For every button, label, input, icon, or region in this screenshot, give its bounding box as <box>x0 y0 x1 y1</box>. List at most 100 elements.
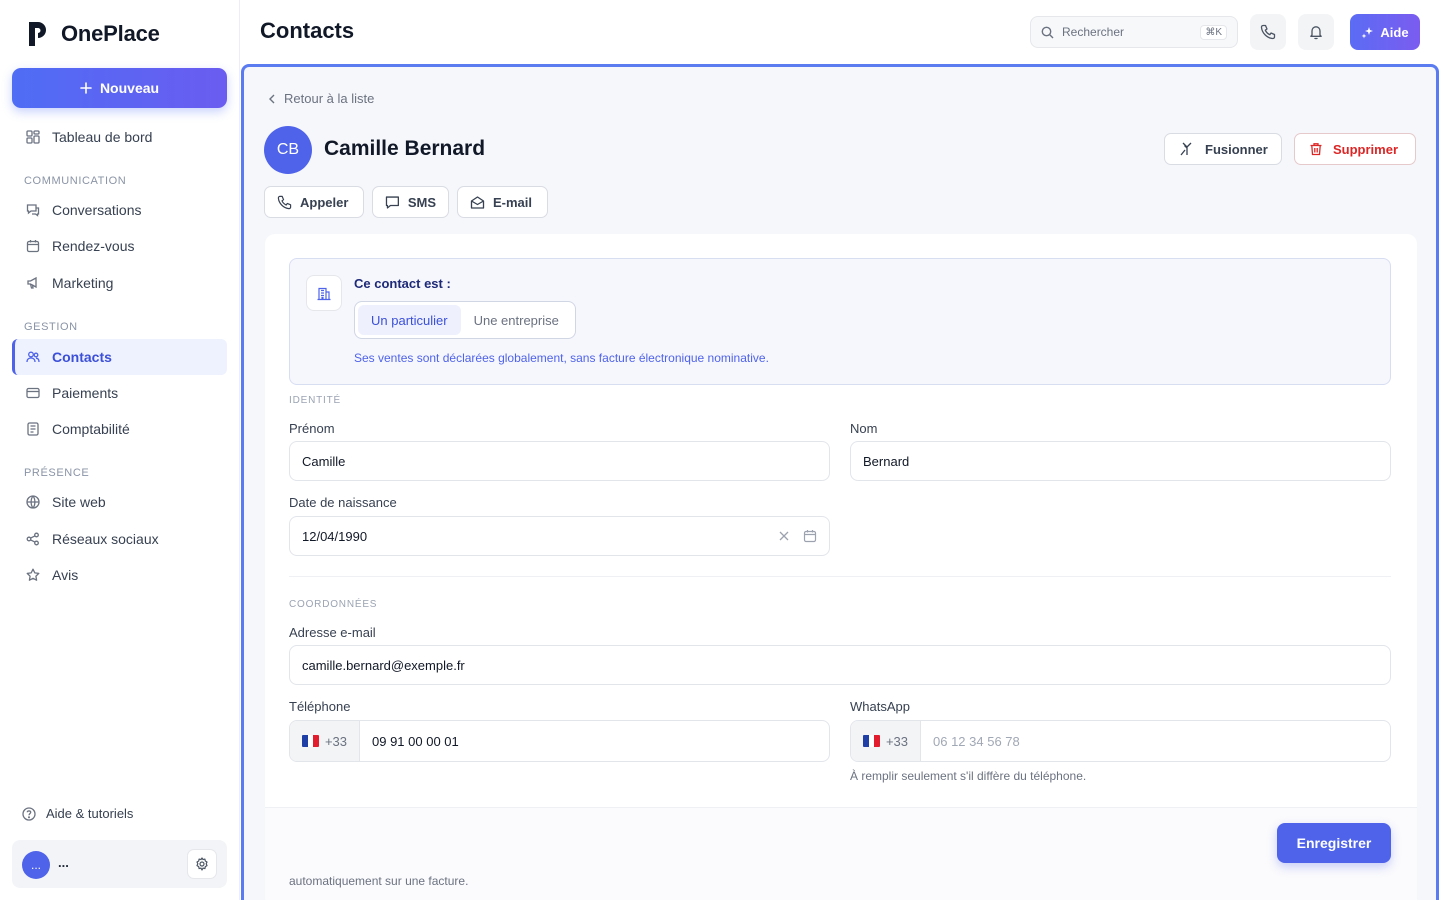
sms-button[interactable]: SMS <box>372 186 449 218</box>
sidebar-item-label: Marketing <box>52 275 114 291</box>
email-button-label: E-mail <box>493 194 533 210</box>
user-name: ... <box>58 855 69 870</box>
sidebar-item-contacts[interactable]: Contacts <box>12 339 227 375</box>
sidebar-item-label: Paiements <box>52 385 119 401</box>
sidebar: OnePlace Nouveau Tableau de bord COMMUNI… <box>0 0 240 900</box>
sidebar-item-label: Site web <box>52 494 106 510</box>
contact-type-toggle[interactable]: Un particulier Une entreprise <box>354 301 576 339</box>
phone-icon <box>277 195 292 209</box>
sidebar-item-conversations[interactable]: Conversations <box>12 192 227 228</box>
contact-form-card: Ce contact est : Un particulier Une entr… <box>265 234 1417 900</box>
building-icon <box>306 275 342 311</box>
app-logo[interactable]: OnePlace <box>27 20 160 48</box>
whatsapp-hint: À remplir seulement s'il diffère du télé… <box>850 769 1087 783</box>
sidebar-item-dashboard[interactable]: Tableau de bord <box>12 119 227 155</box>
section-divider <box>289 576 1391 577</box>
first-name-input[interactable] <box>302 453 817 469</box>
birth-date-field[interactable] <box>289 516 830 556</box>
gear-icon <box>196 857 208 871</box>
last-name-field[interactable] <box>850 441 1391 481</box>
sidebar-item-label: Contacts <box>52 349 112 365</box>
whatsapp-field[interactable]: +33 <box>850 720 1391 762</box>
top-header: Contacts ⌘K Aide <box>240 0 1440 62</box>
share-icon <box>26 532 39 546</box>
coordinates-section-title: COORDONNÉES <box>289 599 378 610</box>
option-company[interactable]: Une entreprise <box>461 305 572 335</box>
france-flag-icon <box>862 735 880 747</box>
phone-input[interactable] <box>360 733 829 749</box>
users-icon <box>26 351 40 363</box>
help-button[interactable]: Aide <box>1350 14 1420 50</box>
email-input[interactable] <box>302 657 1378 673</box>
delete-button-label: Supprimer <box>1333 141 1399 157</box>
sparkles-icon <box>1362 26 1374 38</box>
merge-button-label: Fusionner <box>1205 141 1268 157</box>
sidebar-item-label: Comptabilité <box>52 421 130 437</box>
sidebar-item-avis[interactable]: Avis <box>12 557 227 593</box>
search-icon <box>1041 26 1054 38</box>
contact-avatar: CB <box>264 126 312 174</box>
search-box[interactable]: ⌘K <box>1030 16 1238 48</box>
contact-type-note: Ses ventes sont déclarées globalement, s… <box>354 351 769 365</box>
credit-card-icon <box>26 387 40 399</box>
trash-icon <box>1310 143 1322 156</box>
save-button[interactable]: Enregistrer <box>1277 823 1391 863</box>
merge-button[interactable]: Fusionner <box>1164 133 1282 165</box>
country-code-selector[interactable]: +33 <box>290 721 360 761</box>
sidebar-item-label: Conversations <box>52 202 142 218</box>
birth-date-input[interactable] <box>302 528 779 544</box>
star-icon <box>26 568 40 581</box>
call-button[interactable]: Appeler <box>264 186 364 218</box>
sidebar-item-site-web[interactable]: Site web <box>12 484 227 520</box>
country-code-selector[interactable]: +33 <box>851 721 921 761</box>
sidebar-item-label: Réseaux sociaux <box>52 531 159 547</box>
first-name-label: Prénom <box>289 421 335 436</box>
calendar-icon[interactable] <box>803 529 817 543</box>
last-name-input[interactable] <box>863 453 1378 469</box>
notifications-button[interactable] <box>1298 14 1334 50</box>
country-code: +33 <box>885 733 909 749</box>
birth-date-label: Date de naissance <box>289 495 397 510</box>
sidebar-item-reseaux[interactable]: Réseaux sociaux <box>12 521 227 557</box>
email-field[interactable] <box>289 645 1391 685</box>
phone-field[interactable]: +33 <box>289 720 830 762</box>
sidebar-item-comptabilite[interactable]: Comptabilité <box>12 411 227 447</box>
sidebar-item-paiements[interactable]: Paiements <box>12 375 227 411</box>
globe-icon <box>26 495 40 509</box>
whatsapp-input[interactable] <box>921 733 1390 749</box>
back-to-list-link[interactable]: Retour à la liste <box>268 91 374 106</box>
app-name: OnePlace <box>61 21 160 46</box>
search-input[interactable] <box>1062 25 1192 39</box>
sms-button-label: SMS <box>407 194 436 210</box>
new-button-label: Nouveau <box>99 80 160 96</box>
dashboard-icon <box>26 130 40 144</box>
first-name-field[interactable] <box>289 441 830 481</box>
contact-type-box: Ce contact est : Un particulier Une entr… <box>289 258 1391 385</box>
new-button[interactable]: Nouveau <box>12 68 227 108</box>
save-button-label: Enregistrer <box>1296 835 1372 851</box>
option-individual[interactable]: Un particulier <box>358 305 461 335</box>
avatar: ... <box>22 851 50 879</box>
search-shortcut-badge: ⌘K <box>1200 24 1227 40</box>
help-tutorials-link[interactable]: Aide & tutoriels <box>22 806 133 821</box>
section-label-communication: COMMUNICATION <box>24 175 127 187</box>
whatsapp-label: WhatsApp <box>850 699 910 714</box>
delete-button[interactable]: Supprimer <box>1294 133 1416 165</box>
faded-note-text: automatiquement sur une facture. <box>289 874 469 888</box>
sidebar-item-rendezvous[interactable]: Rendez-vous <box>12 228 227 264</box>
logo-mark-icon <box>29 22 46 46</box>
sidebar-item-marketing[interactable]: Marketing <box>12 265 227 301</box>
megaphone-icon <box>27 276 37 289</box>
user-menu[interactable]: ... ... <box>12 840 227 888</box>
phone-icon <box>1260 24 1276 40</box>
contact-detail-panel: Retour à la liste CB Camille Bernard Fus… <box>241 64 1439 900</box>
contact-name: Camille Bernard <box>324 137 486 160</box>
page-title: Contacts <box>260 18 355 43</box>
mail-open-icon <box>470 195 485 209</box>
clear-icon[interactable] <box>779 531 789 541</box>
chat-icon <box>26 204 40 217</box>
email-button[interactable]: E-mail <box>457 186 548 218</box>
settings-button[interactable] <box>187 849 217 879</box>
call-header-button[interactable] <box>1250 14 1286 50</box>
sidebar-item-label: Rendez-vous <box>52 238 135 254</box>
